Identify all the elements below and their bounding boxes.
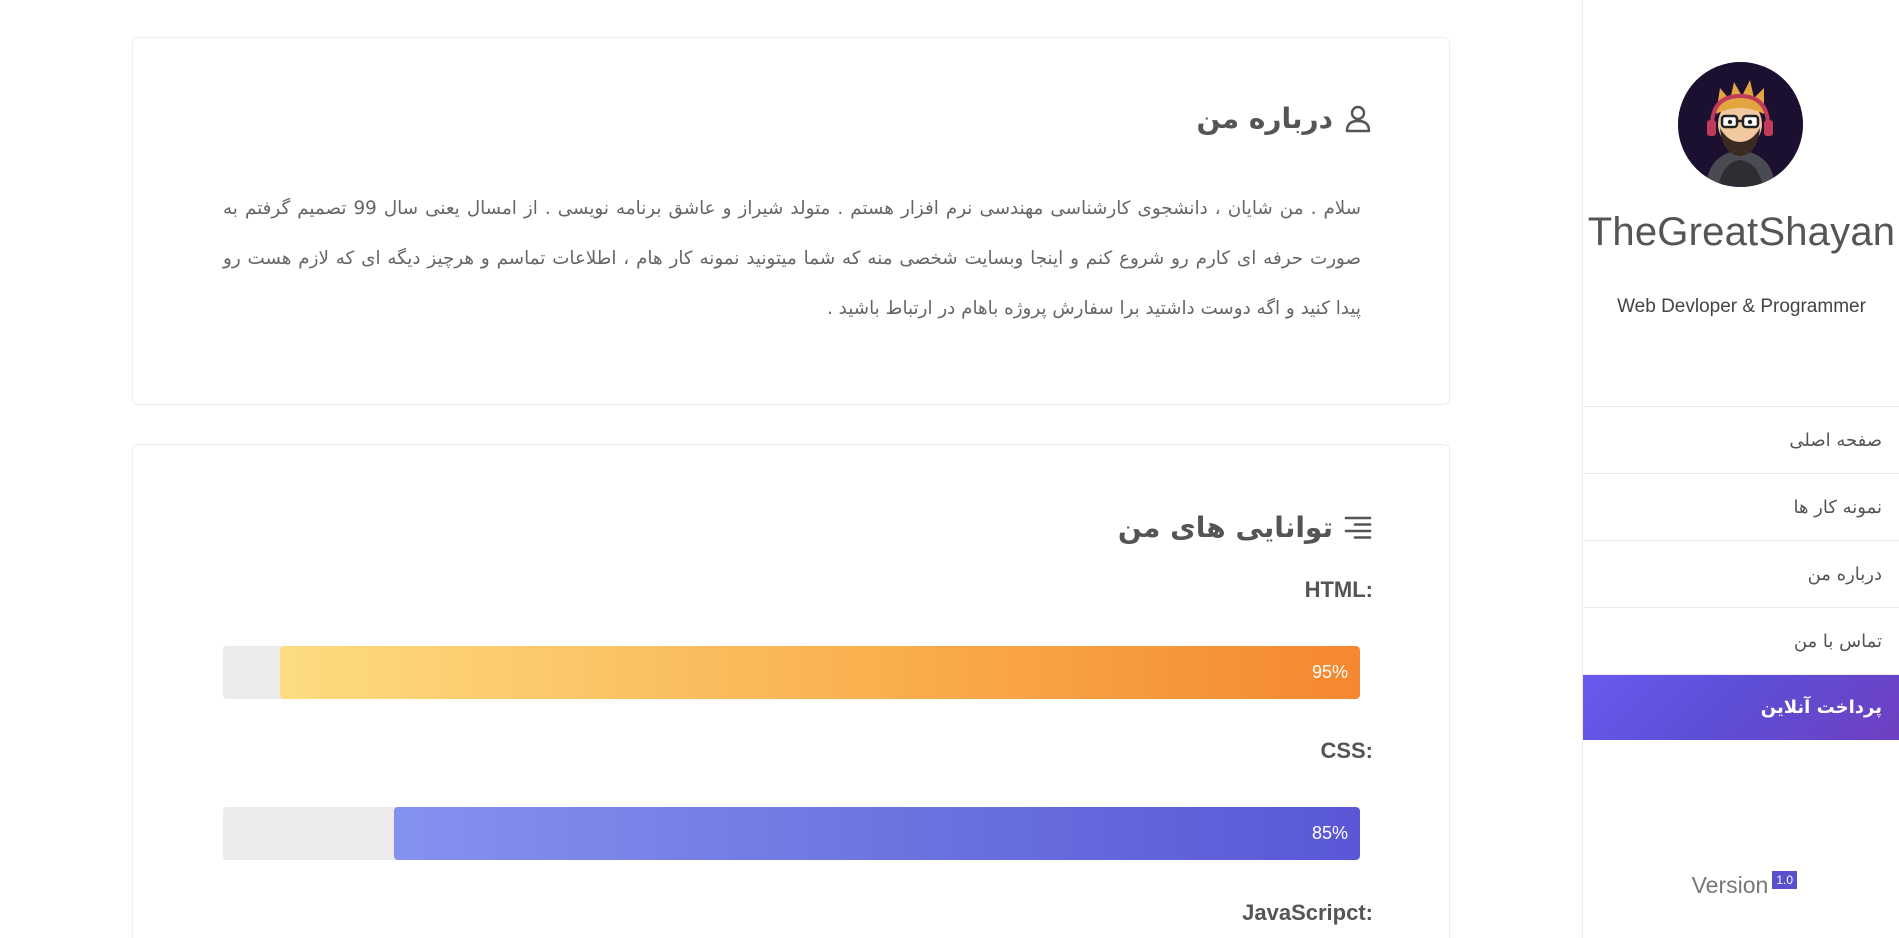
skill-label-javascript: JavaScripct: xyxy=(1242,900,1373,925)
profile-name: TheGreatShayan xyxy=(1587,210,1896,254)
avatar[interactable] xyxy=(1678,62,1803,187)
version-info: Version 1.0 xyxy=(1691,871,1797,899)
skill-percent-html: 95% xyxy=(1311,662,1348,682)
align-right-icon xyxy=(1344,516,1372,539)
about-card: درباره من سلام . من شایان ، دانشجوی کارش… xyxy=(132,37,1450,405)
version-label: Version xyxy=(1691,872,1769,898)
version-badge: 1.0 xyxy=(1772,871,1797,889)
about-title: درباره من xyxy=(1197,102,1373,135)
profile-role: Web Devloper & Programmer xyxy=(1617,296,1866,317)
skill-label-html: HTML: xyxy=(1304,577,1373,602)
nav-item-online-payment[interactable]: پرداخت آنلاین xyxy=(1583,675,1899,740)
nav-item-home[interactable]: صفحه اصلی xyxy=(1583,407,1899,474)
user-icon xyxy=(1345,105,1371,132)
sidebar-nav: صفحه اصلی نمونه کار ها درباره من تماس با… xyxy=(1583,406,1899,740)
skills-title: توانایی های من xyxy=(1118,511,1373,544)
skill-bar-fill-html: 95% xyxy=(279,646,1360,699)
skill-label-css: CSS: xyxy=(1320,738,1373,763)
avatar-image xyxy=(1678,62,1803,187)
sidebar: TheGreatShayan Web Devloper & Programmer… xyxy=(1582,0,1899,938)
skills-title-text: توانایی های من xyxy=(1117,511,1333,544)
skill-bar-html: 95% xyxy=(223,646,1360,699)
skill-bar-css: 85% xyxy=(223,807,1360,860)
nav-item-portfolio[interactable]: نمونه کار ها xyxy=(1583,474,1899,541)
skill-bar-fill-css: 85% xyxy=(393,807,1360,860)
about-title-text: درباره من xyxy=(1196,102,1333,135)
skill-percent-css: 85% xyxy=(1311,823,1348,843)
nav-item-contact[interactable]: تماس با من xyxy=(1583,608,1899,675)
about-text: سلام . من شایان ، دانشجوی کارشناسی مهندس… xyxy=(223,198,1362,319)
skills-card: توانایی های من HTML: 95% CSS: 85% JavaSc… xyxy=(132,444,1450,938)
nav-item-about[interactable]: درباره من xyxy=(1583,541,1899,608)
